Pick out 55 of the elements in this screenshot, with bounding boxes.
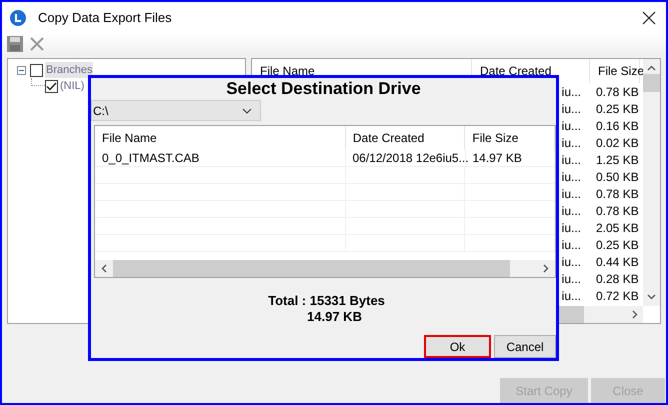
scrollbar-thumb[interactable]	[643, 74, 660, 92]
app-logo-icon	[10, 10, 26, 26]
table-cell: 14.97 KB	[466, 150, 555, 166]
table-cell-text: 0.25 KB	[595, 100, 640, 118]
save-icon[interactable]	[7, 36, 23, 52]
table-cell-text: iu...	[562, 134, 581, 152]
scroll-left-icon[interactable]	[101, 264, 107, 273]
table-cell-text: 0.02 KB	[595, 134, 640, 152]
table-cell-text: 2.05 KB	[595, 220, 640, 236]
table-cell-text: 0.28 KB	[595, 270, 640, 288]
column-header[interactable]: File Size	[465, 126, 555, 150]
table-cell-text: iu...	[562, 236, 581, 254]
table-cell: 06/12/2018 12e6iu5...	[346, 150, 466, 166]
table-cell-text: iu...	[562, 288, 581, 304]
table-cell-text: iu...	[562, 220, 581, 236]
table-cell-text: 0.78 KB	[595, 186, 640, 202]
chevron-icon	[242, 108, 252, 114]
table-cell-text: 0.44 KB	[595, 254, 640, 270]
tree-item[interactable]: (NIL)	[59, 78, 86, 94]
table-cell-text: 0.50 KB	[595, 168, 640, 186]
table-cell-text: 0.25 KB	[595, 236, 640, 254]
table-cell-text: 0.16 KB	[595, 118, 640, 134]
checkbox[interactable]	[30, 64, 43, 76]
table-cell-text: iu...	[562, 270, 581, 288]
scroll-right-icon[interactable]	[543, 264, 549, 273]
table-cell-text: iu...	[562, 84, 581, 100]
cancel-button[interactable]: Cancel	[494, 335, 556, 358]
total-kb-label: 14.97 KB	[306, 309, 362, 325]
table-cell-text: 0.72 KB	[595, 288, 640, 304]
total-bytes-label: Total : 15331 Bytes	[267, 293, 385, 309]
window-title: Copy Data Export Files	[38, 8, 172, 27]
table-cell-text: iu...	[562, 186, 581, 202]
delete-icon[interactable]	[29, 36, 45, 52]
column-header[interactable]: Date Created	[346, 126, 466, 150]
scroll-right-icon[interactable]	[632, 310, 638, 319]
drive-dropdown[interactable]: C:\	[91, 100, 261, 121]
table-cell: 0_0_ITMAST.CAB	[95, 150, 346, 166]
collapse-icon[interactable]	[17, 66, 26, 74]
table-cell-text: iu...	[562, 100, 581, 118]
table-cell-text: iu...	[562, 168, 581, 186]
table-cell-text: iu...	[562, 152, 581, 168]
table-cell-text: iu...	[562, 202, 581, 220]
checked-checkbox[interactable]	[45, 80, 58, 92]
table-cell-text: iu...	[562, 254, 581, 270]
table-cell-text: 0.78 KB	[595, 84, 640, 100]
vertical-scrollbar[interactable]	[643, 59, 660, 306]
table-cell-text: 0.78 KB	[595, 202, 640, 220]
tree-item[interactable]: Branches	[45, 62, 94, 78]
table-cell-text: iu...	[562, 118, 581, 134]
column-header[interactable]: File Name	[95, 126, 346, 150]
table-cell-text: 1.25 KB	[595, 152, 640, 168]
ok-button[interactable]: Ok	[424, 335, 491, 358]
scroll-down-icon[interactable]	[647, 294, 656, 300]
close-icon[interactable]	[642, 10, 656, 24]
scroll-up-icon[interactable]	[647, 65, 656, 71]
